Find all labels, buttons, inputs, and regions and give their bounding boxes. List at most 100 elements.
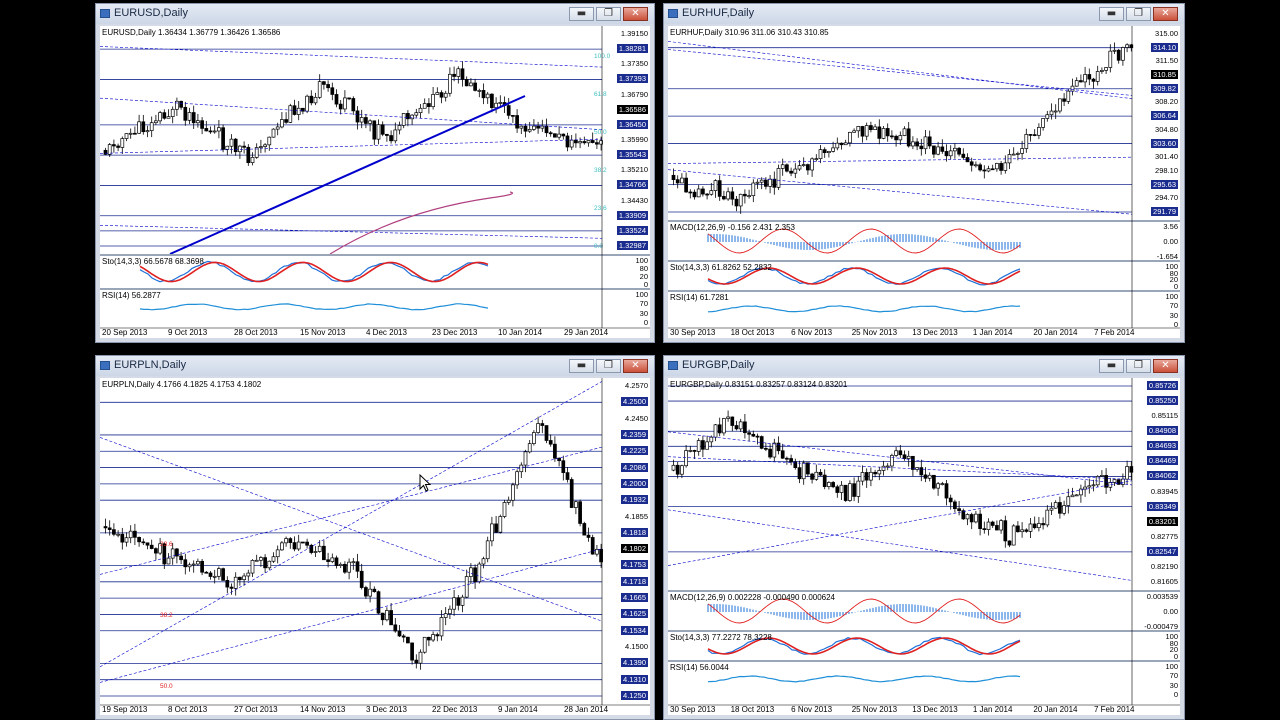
candle-body [974,513,978,523]
candle-body [1058,98,1062,112]
window-titlebar[interactable]: EURHUF,Daily ▬ ❐ ✕ [664,4,1184,24]
candle-body [259,557,263,561]
chart-svg: 23.6 38.2 50.0 [100,378,650,706]
candle-body [217,568,221,577]
candle-body [212,575,217,578]
candle-body [296,541,301,550]
price-level-label: 0.84908 [1146,426,1178,436]
candle-body [448,608,452,615]
candle-body [246,572,251,577]
candle-body [751,182,756,197]
candle-body [364,117,368,124]
chart-window-eurgbp[interactable]: EURGBP,Daily ▬ ❐ ✕ MACD(12,26,9) 0.00222… [663,355,1185,720]
candle-body [869,125,873,131]
candle-body [254,559,259,562]
candle-body [680,177,684,184]
chart-window-eurhuf[interactable]: EURHUF,Daily ▬ ❐ ✕ MACD(12,26,9) -0.156 … [663,3,1185,343]
candle-body [1003,162,1008,171]
minimize-button[interactable]: ▬ [569,7,594,21]
window-titlebar[interactable]: EURUSD,Daily ▬ ❐ ✕ [96,4,654,24]
symbol-info: EURPLN,Daily 4.1766 4.1825 4.1753 4.1802 [102,380,262,389]
candle-body [204,571,209,574]
candle-body [380,124,385,135]
price-level-label: 0.82190 [1150,561,1178,571]
candle-body [671,464,676,471]
chart-canvas[interactable]: MACD(12,26,9) 0.002228 -0.000490 0.00062… [668,378,1180,715]
candle-body [137,121,141,134]
candle-body [217,127,221,132]
candle-body [553,133,557,138]
candle-body [515,471,519,486]
close-button[interactable]: ✕ [1153,7,1178,21]
close-button[interactable]: ✕ [623,359,648,373]
chart-canvas[interactable]: 23.6 38.2 50.0 EURPLN,Daily 4.1766 4.1825 4… [100,378,650,715]
indicator-label: RSI(14) 61.7281 [670,293,729,302]
maximize-button[interactable]: ❐ [596,7,621,21]
candle-body [1045,114,1050,119]
candle-body [923,474,928,479]
candle-body [368,588,372,597]
candle-body [1108,50,1113,68]
candle-body [284,538,288,544]
chart-canvas[interactable]: 100.061.850.038.223.60.0Sto(14,3,3) 66.5… [100,26,650,338]
panel-separator [668,220,1180,222]
candle-body [183,106,188,121]
candle-body [368,120,372,124]
minimize-button[interactable]: ▬ [1099,359,1124,373]
indicator-scale-label: 100 [1165,292,1178,301]
candle-body [326,559,330,562]
maximize-button[interactable]: ❐ [1126,359,1151,373]
candle-body [843,142,848,146]
candle-body [250,157,255,164]
minimize-button[interactable]: ▬ [569,359,594,373]
candle-body [751,433,756,437]
candle-body [464,576,469,598]
candle-body [578,501,582,524]
candle-body [768,178,772,187]
candle-body [671,174,676,181]
candle-body [684,450,688,467]
close-button[interactable]: ✕ [623,7,648,21]
candle-body [393,129,398,142]
date-axis-label: 28 Oct 2013 [234,328,278,337]
date-axis-label: 30 Sep 2013 [670,705,716,714]
candle-body [1074,80,1079,87]
candle-body [1108,482,1113,488]
candle-body [785,457,789,460]
candle-body [780,450,785,459]
candle-body [722,418,726,434]
candle-body [1079,80,1083,83]
candle-body [309,544,314,553]
candle-body [797,467,802,480]
candle-body [978,164,982,171]
candle-body [902,128,907,136]
chart-window-icon [100,9,110,18]
candle-body [330,557,335,562]
maximize-button[interactable]: ❐ [596,359,621,373]
date-axis-label: 6 Nov 2013 [791,328,833,337]
price-level-label: 304.80 [1155,124,1178,134]
candle-body [709,436,714,443]
close-button[interactable]: ✕ [1153,359,1178,373]
candle-body [1125,466,1129,480]
chart-window-eurusd[interactable]: EURUSD,Daily ▬ ❐ ✕ 100.0 61.8 50.0 38.2 23.6… [95,3,655,343]
chart-window-eurpln[interactable]: EURPLN,Daily ▬ ❐ ✕ 23.6 38.2 50.0 EURPLN,Da… [95,355,655,720]
candle-body [822,474,827,487]
price-level-label: 1.36450 [616,119,648,129]
window-titlebar[interactable]: EURGBP,Daily ▬ ❐ ✕ [664,356,1184,376]
price-level-label: 1.35543 [616,150,648,160]
chart-canvas[interactable]: MACD(12,26,9) -0.156 2.431 2.353 3.56 0.00… [668,26,1180,338]
candle-body [179,555,183,561]
maximize-button[interactable]: ❐ [1126,7,1151,21]
candle-body [831,147,835,152]
window-titlebar[interactable]: EURPLN,Daily ▬ ❐ ✕ [96,356,654,376]
price-level-label: 1.34430 [620,195,648,205]
candle-body [548,440,553,445]
indicator-scale-label: 30 [1169,310,1178,320]
panel-separator [100,288,650,290]
candle-body [292,542,297,550]
candle-body [885,128,890,137]
candle-body [107,527,112,530]
minimize-button[interactable]: ▬ [1099,7,1124,21]
candle-body [1011,525,1016,546]
